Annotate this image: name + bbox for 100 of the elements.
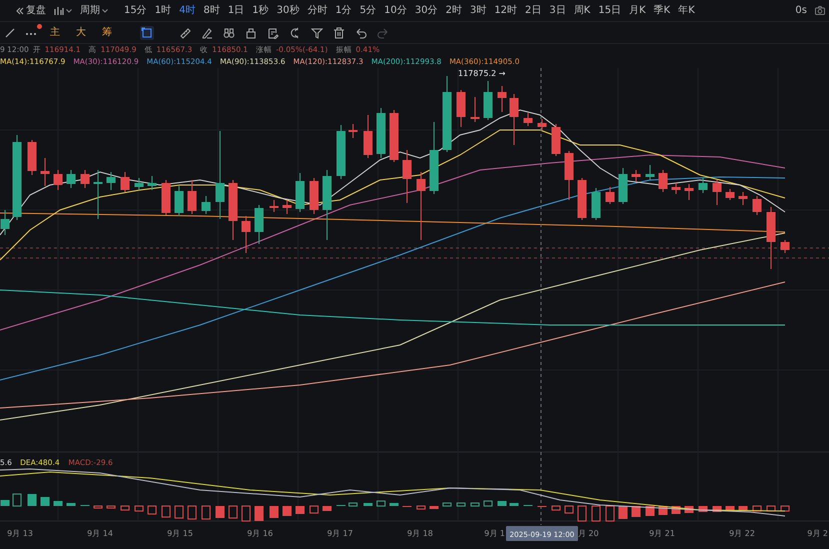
candlestick [66, 170, 76, 188]
macd-bar [120, 506, 130, 510]
interval-tab[interactable]: 4时 [179, 6, 196, 16]
candlestick [188, 180, 196, 214]
tool-button[interactable] [222, 26, 236, 40]
macd-bar [442, 502, 452, 506]
tool-button[interactable] [200, 26, 214, 40]
interval-tab[interactable]: 分时 [307, 6, 328, 16]
candlestick [416, 172, 426, 240]
macd-bar [484, 500, 492, 506]
interval-tab[interactable]: 3日 [549, 6, 566, 16]
interval-tab[interactable]: 1时 [154, 6, 172, 16]
pen-icon [201, 26, 213, 38]
camera-icon[interactable] [815, 6, 825, 15]
date-label: 9月 22 [729, 529, 755, 538]
candlestick [270, 200, 278, 212]
interval-tab[interactable]: 2日 [525, 6, 542, 16]
replay-button[interactable]: 复盘 [16, 6, 46, 16]
interval-tab[interactable]: 1日 [228, 6, 244, 16]
candlestick [162, 180, 170, 216]
candlestick [40, 158, 50, 186]
candlestick [228, 180, 238, 240]
interval-tab[interactable]: 15日 [598, 6, 622, 16]
interval-tab[interactable]: 8时 [203, 6, 220, 16]
macd-bar [578, 506, 586, 522]
interval-tab[interactable]: 30秒 [276, 6, 300, 16]
candlestick [752, 196, 762, 216]
candlestick [524, 112, 532, 126]
ruler-icon [179, 26, 191, 38]
chart-type-menu[interactable] [54, 6, 72, 15]
candlestick [364, 114, 372, 158]
interval-tab[interactable]: 1秒 [252, 6, 269, 16]
macd-bar [510, 503, 518, 506]
macd-bar [738, 506, 748, 511]
macd-bar [40, 497, 50, 506]
macd-bar [348, 502, 358, 506]
indicator-button[interactable]: 筹 [98, 28, 116, 38]
candlestick [80, 170, 90, 188]
date-label: 9月 13 [7, 529, 33, 538]
candlestick [780, 240, 790, 254]
macd-bar [134, 506, 144, 512]
date-label: 9月 18 [407, 529, 433, 538]
candlestick [456, 90, 466, 128]
tool-button[interactable] [332, 26, 346, 40]
candlestick [296, 172, 304, 212]
macd-bar [270, 506, 278, 518]
trash-icon [333, 26, 345, 38]
interval-tab[interactable]: 30分 [414, 6, 438, 16]
macd-bar [364, 503, 372, 506]
tool-button[interactable] [310, 26, 324, 40]
tool-button[interactable] [178, 26, 192, 40]
macd-bar [174, 506, 184, 518]
interval-tab[interactable]: 周K [574, 6, 590, 16]
indicator-button[interactable]: 主 [46, 28, 64, 38]
candlestick [336, 124, 346, 180]
date-label: 9月 16 [247, 529, 273, 538]
interval-tab[interactable]: 1分 [335, 6, 352, 16]
interval-tab[interactable]: 5分 [360, 6, 376, 16]
candlestick [310, 178, 318, 214]
candlestick [376, 108, 386, 158]
macd-bar [376, 500, 386, 506]
line-tool-button[interactable] [4, 26, 16, 38]
candlestick [618, 168, 628, 204]
macd-bar [552, 506, 560, 510]
interval-tab[interactable]: 2时 [446, 6, 462, 16]
candlestick [658, 170, 668, 192]
macd-bar [54, 501, 62, 506]
interval-tab[interactable]: 月K [629, 6, 646, 16]
interval-tab[interactable]: 年K [678, 6, 695, 16]
tool-button[interactable] [266, 26, 280, 40]
candlestick [282, 200, 292, 214]
interval-tab[interactable]: 10分 [384, 6, 407, 16]
candlestick [684, 184, 694, 200]
macd-bar [296, 506, 304, 514]
macd-bar [416, 506, 426, 510]
macd-bar [282, 506, 292, 516]
macd-bar [228, 506, 238, 518]
frame-icon [141, 26, 153, 38]
candlestick [510, 94, 518, 146]
candlestick [402, 150, 412, 204]
candlestick [552, 124, 560, 156]
interval-tab[interactable]: 季K [654, 6, 670, 16]
macd-bar [216, 506, 224, 518]
indicator-button[interactable]: 大 [72, 28, 90, 38]
candlestick [202, 196, 210, 214]
macd-bar [632, 506, 640, 517]
tool-button[interactable] [140, 26, 154, 40]
candlestick [672, 182, 680, 194]
interval-tab[interactable]: 12时 [494, 6, 518, 16]
interval-tab[interactable]: 15分 [124, 6, 147, 16]
interval-tab[interactable]: 3时 [470, 6, 486, 16]
candlestick [94, 170, 102, 220]
candlestick [120, 172, 130, 192]
macd-bar [322, 506, 332, 511]
candlestick [698, 178, 708, 194]
date-label: 9月 2 [807, 529, 828, 538]
macd-bar [202, 506, 210, 520]
candlestick [148, 176, 156, 190]
tool-button[interactable] [354, 26, 368, 40]
period-menu[interactable]: 周期 [80, 6, 108, 16]
